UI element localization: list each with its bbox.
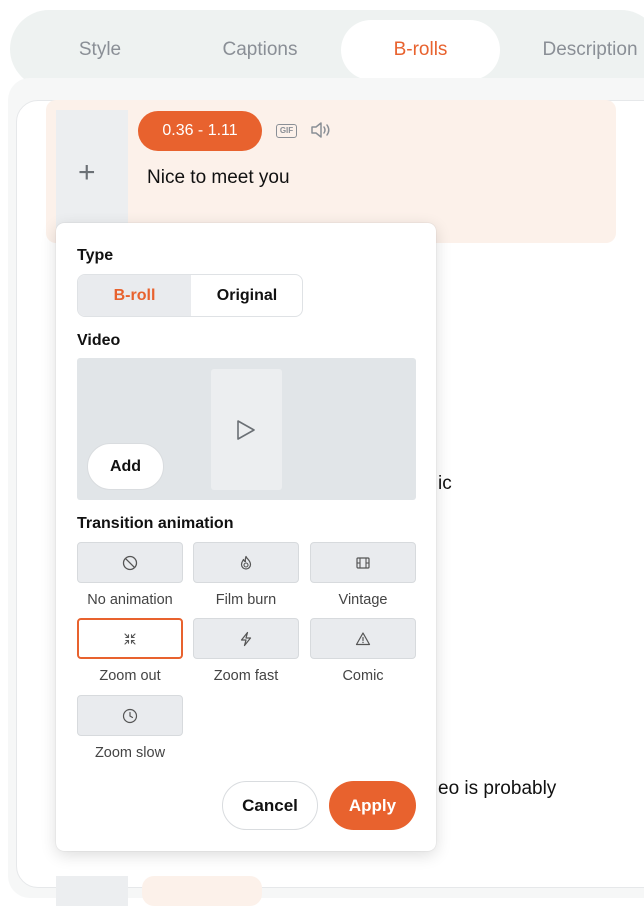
play-icon[interactable]: [235, 418, 257, 442]
animation-zoom-fast-button[interactable]: [193, 618, 299, 659]
gif-icon[interactable]: GIF: [276, 124, 297, 138]
time-range-badge-partial: [142, 876, 262, 906]
type-label: Type: [77, 247, 114, 264]
video-label: Video: [77, 332, 121, 349]
add-broll-slot[interactable]: [56, 876, 128, 906]
tab-captions[interactable]: Captions: [200, 20, 320, 80]
animation-comic-button[interactable]: [310, 618, 416, 659]
animation-label: Film burn: [215, 592, 277, 608]
time-range-badge[interactable]: 0.36 - 1.11: [138, 111, 262, 151]
animation-label: No animation: [87, 592, 173, 608]
zoom-out-icon: [124, 632, 136, 645]
animation-zoom-slow-button[interactable]: [77, 695, 183, 736]
add-video-button[interactable]: Add: [87, 443, 164, 490]
tab-b-rolls[interactable]: B-rolls: [341, 20, 500, 80]
cancel-button[interactable]: Cancel: [222, 781, 318, 830]
animation-label: Zoom slow: [94, 745, 166, 761]
animation-label: Zoom fast: [213, 668, 279, 684]
type-option-original[interactable]: Original: [191, 275, 302, 316]
film-strip-icon: [356, 556, 370, 569]
animation-label: Comic: [342, 668, 384, 684]
no-animation-icon: [122, 555, 138, 570]
type-toggle: B-roll Original: [77, 274, 303, 317]
tab-bar: Style Captions B-rolls Description: [10, 10, 644, 88]
segment-text[interactable]: Nice to meet you: [147, 167, 290, 189]
segment-text-fragment: eo is probably: [438, 778, 557, 799]
tab-style[interactable]: Style: [50, 20, 150, 80]
animation-no-animation-button[interactable]: [77, 542, 183, 583]
lightning-icon: [240, 631, 252, 646]
animation-film-burn-button[interactable]: [193, 542, 299, 583]
speaker-icon[interactable]: [309, 120, 335, 140]
animation-zoom-out-button[interactable]: [77, 618, 183, 659]
transition-label: Transition animation: [77, 515, 234, 532]
warning-icon: [355, 631, 371, 645]
tab-description[interactable]: Description: [520, 20, 644, 80]
film-burn-icon: [240, 555, 252, 570]
segment-text-fragment: ic: [438, 473, 452, 494]
type-option-b-roll[interactable]: B-roll: [78, 275, 191, 316]
animation-label: Vintage: [338, 592, 388, 608]
animation-vintage-button[interactable]: [310, 542, 416, 583]
clock-icon: [122, 708, 138, 723]
animation-label: Zoom out: [99, 668, 161, 684]
plus-icon[interactable]: +: [78, 156, 96, 190]
apply-button[interactable]: Apply: [329, 781, 416, 830]
